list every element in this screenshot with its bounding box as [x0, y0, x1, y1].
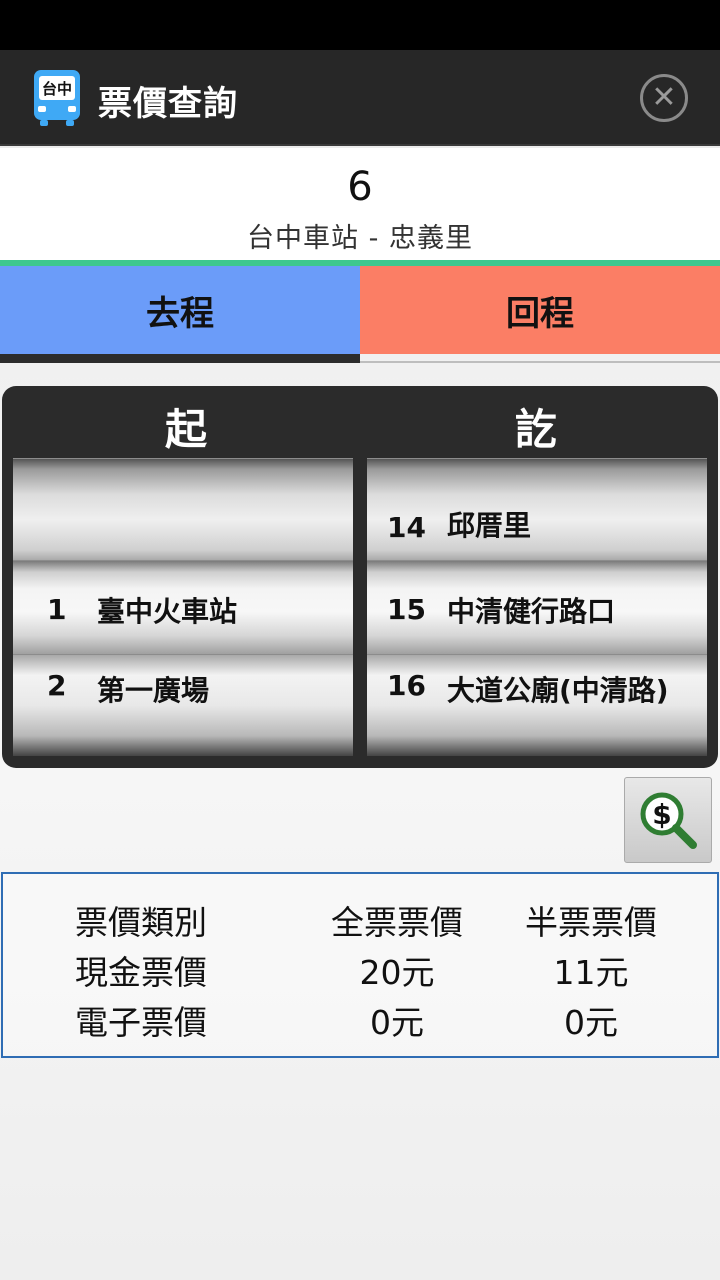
start-stop-header: 起 [164, 405, 207, 454]
tab-underline [360, 361, 720, 363]
tab-outbound-label: 去程 [146, 293, 214, 334]
selected-tab-indicator [0, 354, 360, 363]
end-wheel-row[interactable]: 16 大道公廟(中清路) [367, 654, 707, 756]
close-button[interactable]: ✕ [640, 74, 688, 122]
fare-full-price: 0元 [370, 1003, 424, 1042]
stop-number: 1 [47, 593, 67, 626]
end-stop-header: 訖 [514, 405, 557, 454]
wheel-divider [353, 458, 367, 756]
route-header: 6 台中車站 - 忠義里 [0, 148, 720, 260]
fare-table-row: 現金票價 20元 11元 [3, 946, 720, 996]
status-bar [0, 0, 720, 50]
route-name: 台中車站 - 忠義里 [247, 223, 473, 254]
fare-category: 現金票價 [75, 953, 207, 992]
end-wheel-row[interactable]: 14 邱厝里 [367, 458, 707, 560]
route-number: 6 [347, 164, 373, 210]
stop-name: 中清健行路口 [447, 594, 616, 628]
stop-number: 2 [47, 669, 67, 702]
fare-table: 票價類別 全票票價 半票票價 現金票價 20元 11元 電子票價 0元 0元 [1, 872, 719, 1058]
fare-category: 電子票價 [75, 1003, 207, 1042]
end-wheel-row-selected[interactable]: 15 中清健行路口 [367, 560, 707, 654]
stop-name: 邱厝里 [447, 509, 532, 542]
fare-half-price: 0元 [564, 1003, 618, 1042]
fare-half-price: 11元 [553, 953, 629, 992]
fare-table-row: 電子票價 0元 0元 [3, 996, 720, 1046]
stop-name: 大道公廟(中清路) [447, 674, 669, 707]
fare-table-header-row: 票價類別 全票票價 半票票價 [3, 896, 720, 946]
fare-full-price: 20元 [359, 953, 435, 992]
start-wheel-row[interactable]: 2 第一廣場 [13, 654, 353, 756]
fare-header-category: 票價類別 [75, 903, 207, 942]
svg-text:$: $ [652, 798, 671, 831]
tab-return[interactable]: 回程 [360, 266, 720, 354]
stop-number: 16 [387, 669, 426, 702]
bus-app-icon: 台中 [34, 70, 80, 126]
close-icon: ✕ [651, 80, 677, 115]
fare-header-half: 半票票價 [525, 903, 657, 942]
start-wheel-row-selected[interactable]: 1 臺中火車站 [13, 560, 353, 654]
stop-name: 臺中火車站 [97, 594, 238, 628]
stop-number: 15 [387, 593, 426, 626]
search-fare-button[interactable]: $ [624, 777, 712, 863]
app-icon-label: 台中 [42, 80, 72, 98]
fare-header-full: 全票票價 [331, 903, 463, 942]
dollar-search-icon: $ [640, 792, 697, 849]
start-wheel-row[interactable] [13, 458, 353, 560]
tab-outbound[interactable]: 去程 [0, 266, 360, 354]
stop-number: 14 [387, 511, 426, 544]
tab-return-label: 回程 [506, 293, 574, 334]
end-stop-wheel[interactable]: 14 邱厝里 15 中清健行路口 16 大道公廟(中清路) [367, 458, 707, 756]
stop-picker-panel: 起 訖 1 臺中火車站 2 第一廣場 14 邱厝里 15 中清健行路口 16 大… [2, 386, 718, 768]
title-bar: 台中 票價查詢 ✕ [0, 50, 720, 146]
stop-name: 第一廣場 [97, 674, 210, 707]
start-stop-wheel[interactable]: 1 臺中火車站 2 第一廣場 [13, 458, 353, 756]
page-title: 票價查詢 [98, 84, 238, 124]
